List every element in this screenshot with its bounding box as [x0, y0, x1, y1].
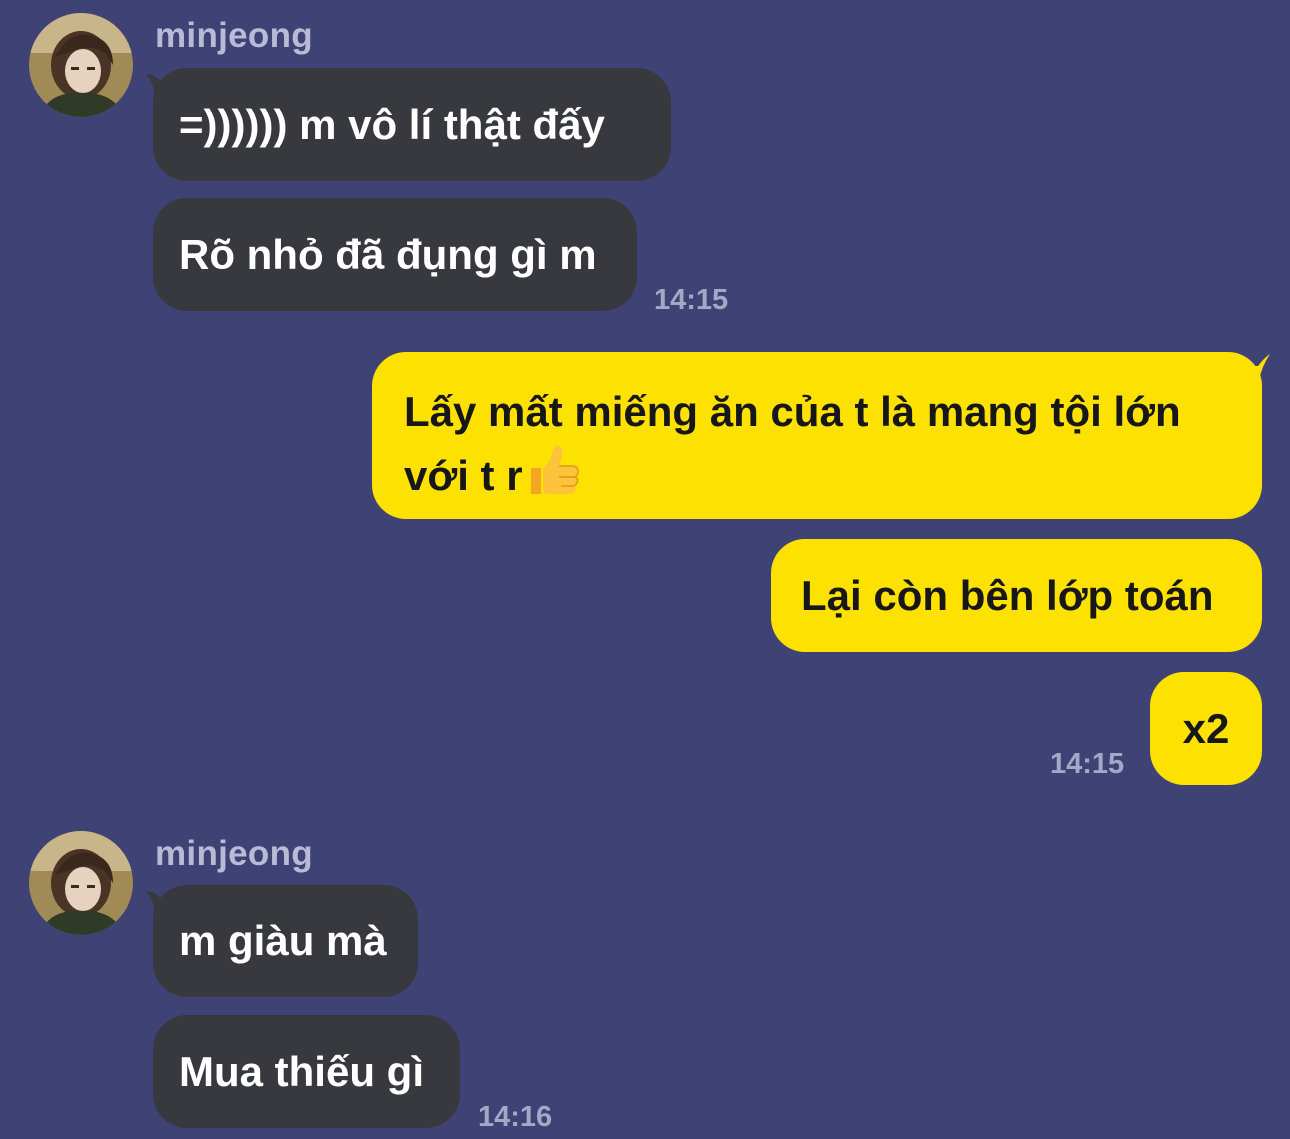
- incoming-message-bubble[interactable]: m giàu mà: [153, 885, 418, 997]
- message-text: =)))))) m vô lí thật đấy: [179, 100, 605, 148]
- avatar[interactable]: [29, 13, 133, 117]
- sender-name: minjeong: [155, 834, 313, 873]
- avatar-photo-icon: [29, 831, 133, 935]
- avatar-photo-icon: [29, 13, 133, 117]
- message-timestamp: 14:15: [1050, 748, 1125, 780]
- incoming-message-bubble[interactable]: =)))))) m vô lí thật đấy: [153, 68, 671, 181]
- sender-name: minjeong: [155, 16, 313, 55]
- avatar[interactable]: [29, 831, 133, 935]
- outgoing-message-bubble[interactable]: Lại còn bên lớp toán: [771, 539, 1262, 652]
- incoming-message-bubble[interactable]: Rõ nhỏ đã đụng gì m: [153, 198, 637, 311]
- message-timestamp: 14:16: [478, 1101, 553, 1133]
- outgoing-message-bubble[interactable]: Lấy mất miếng ăn của t là mang tội lớn v…: [372, 352, 1262, 519]
- incoming-message-bubble[interactable]: Mua thiếu gì: [153, 1015, 460, 1128]
- message-text: Lại còn bên lớp toán: [801, 571, 1214, 619]
- message-text: Rõ nhỏ đã đụng gì m: [179, 230, 597, 278]
- message-text: Lấy mất miếng ăn của t là mang tội lớn: [404, 388, 1181, 435]
- message-text: x2: [1182, 704, 1230, 752]
- message-text: Mua thiếu gì: [179, 1047, 424, 1095]
- message-text: với t r: [404, 452, 523, 499]
- message-text: m giàu mà: [179, 917, 387, 964]
- message-timestamp: 14:15: [654, 284, 729, 316]
- thumbs-up-emoji-icon: [530, 445, 579, 494]
- outgoing-message-bubble[interactable]: x2: [1150, 672, 1262, 785]
